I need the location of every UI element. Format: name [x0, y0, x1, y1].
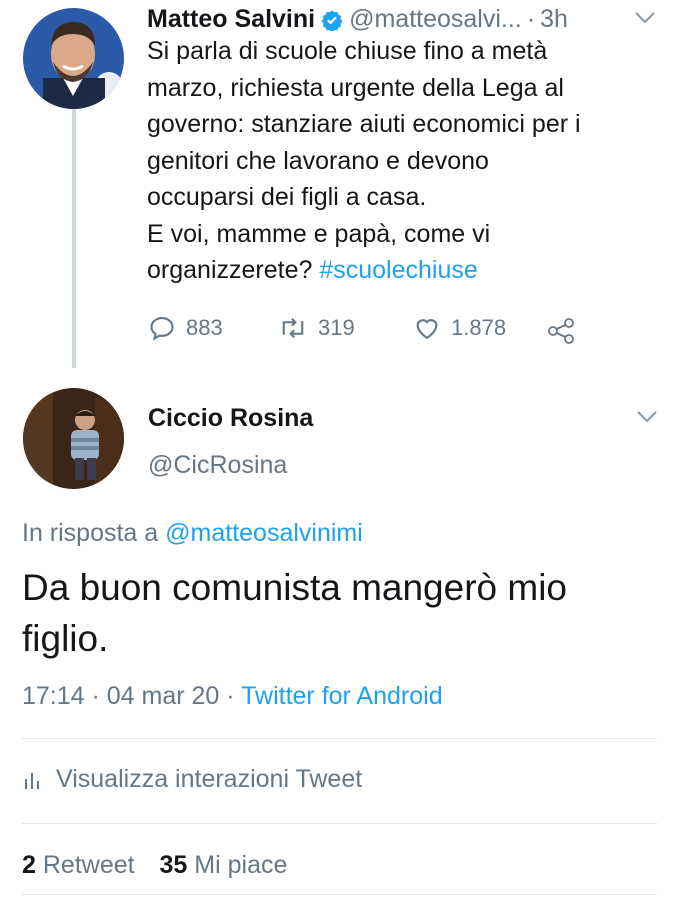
tweet-text-line: E voi, mamme e papà, come vi [147, 219, 491, 248]
divider [22, 894, 657, 895]
reply-icon [150, 317, 174, 341]
author-name[interactable]: Matteo Salvini [147, 5, 315, 34]
tweet-text-line: genitori che lavorano e devono [147, 146, 489, 175]
reply-timestamp: 17:14 · 04 mar 20 [22, 682, 220, 710]
analytics-link[interactable]: Visualizza interazioni Tweet [22, 765, 362, 794]
retweet-icon [282, 318, 304, 338]
reply-text-line: Da buon comunista mangerò mio [22, 567, 568, 608]
like-count: 1.878 [451, 315, 507, 340]
ciccio-avatar[interactable] [23, 388, 124, 489]
tweet-text-line: marzo, richiesta urgente della Lega al [147, 73, 564, 102]
divider [22, 823, 657, 824]
source-separator: · [226, 682, 235, 710]
in-reply-prefix: In risposta a [22, 519, 159, 547]
tweet-text-line: occuparsi dei figli a casa. [147, 183, 427, 211]
reply-like-count: 35 [159, 851, 188, 879]
analytics-label: Visualizza interazioni Tweet [56, 765, 363, 793]
reply-text: Da buon comunista mangerò mio figlio. [22, 562, 567, 664]
reply-button[interactable]: 883 [148, 314, 223, 342]
like-label: Mi piace [194, 851, 288, 879]
analytics-icon [25, 772, 39, 789]
retweet-label: Retweet [42, 851, 135, 879]
retweet-count: 319 [318, 315, 355, 340]
salvini-avatar[interactable] [23, 8, 124, 109]
likes-stat[interactable]: 35 Mi piace [160, 851, 288, 879]
tweet-text-line: Si parla di scuole chiuse fino a metà [147, 37, 548, 65]
tweet-text-line: organizzerete? #scuolechiuse [147, 252, 657, 289]
tweet-text-line: governo: stanziare aiuti economici per i [147, 110, 581, 138]
in-reply-handle[interactable]: @matteosalvinimi [165, 519, 363, 547]
tweet-text-segment: organizzerete? [147, 256, 313, 284]
tweet-source[interactable]: Twitter for Android [241, 682, 442, 710]
chevron-down-icon[interactable] [634, 11, 656, 30]
hashtag-link[interactable]: #scuolechiuse [319, 256, 477, 284]
tweet-text: Si parla di scuole chiuse fino a metà ma… [147, 33, 657, 289]
share-icon[interactable] [547, 318, 577, 349]
tweet-age: 3h [540, 5, 568, 33]
reply-text-line: figlio. [22, 618, 109, 659]
retweet-button[interactable]: 319 [278, 314, 355, 342]
divider [22, 738, 657, 739]
verified-badge-icon [321, 9, 343, 31]
time-separator: · [526, 5, 536, 33]
in-reply-to: In risposta a @matteosalvinimi [22, 519, 363, 548]
reply-author-name[interactable]: Ciccio Rosina [148, 404, 313, 433]
reply-author-handle[interactable]: @CicRosina [148, 451, 287, 480]
reply-retweet-count: 2 [22, 851, 36, 879]
author-handle[interactable]: @matteosalvi... [349, 5, 522, 34]
thread-line [72, 108, 76, 368]
chevron-down-icon[interactable] [636, 410, 658, 429]
like-button[interactable]: 1.878 [413, 314, 506, 342]
like-icon [416, 319, 438, 340]
reply-count: 883 [186, 315, 223, 340]
retweets-stat[interactable]: 2 Retweet [22, 851, 142, 879]
